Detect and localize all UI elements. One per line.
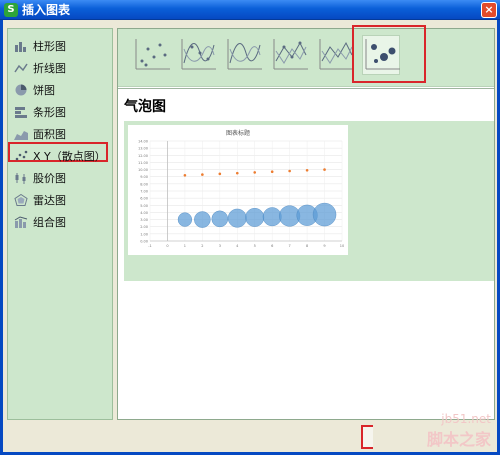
- y-tick-label: 7.00: [140, 190, 148, 194]
- subtype-scatter-markers[interactable]: [132, 35, 172, 75]
- y-tick-label: 14.00: [138, 140, 148, 144]
- x-tick-label: 8: [306, 244, 308, 248]
- subtype-scatter-straight-lines[interactable]: [316, 35, 356, 75]
- sidebar-item-label: 柱形图: [33, 40, 66, 53]
- sidebar-item-stock[interactable]: 股价图: [14, 169, 66, 187]
- subtype-scatter-smooth-markers[interactable]: [178, 35, 218, 75]
- y-tick-label: 13.00: [138, 147, 148, 151]
- marker-point: [270, 170, 274, 174]
- x-tick-label: -1: [148, 244, 152, 248]
- combo-chart-icon: [14, 216, 28, 228]
- sidebar-item-scatter[interactable]: X Y（散点图）: [14, 147, 106, 165]
- bubble-point: [177, 212, 193, 227]
- bubble-point: [211, 210, 229, 228]
- ok-button-highlight: [361, 425, 373, 449]
- x-tick-label: 9: [323, 244, 325, 248]
- marker-point: [183, 173, 187, 177]
- y-tick-label: 6.00: [140, 197, 148, 201]
- selected-subtype-highlight: [352, 25, 426, 83]
- title-bar: S 插入图表 ×: [0, 0, 500, 20]
- x-tick-label: 3: [219, 244, 221, 248]
- chart-type-heading: 气泡图: [124, 99, 166, 115]
- area-chart-icon: [14, 128, 28, 140]
- y-tick-label: 9.00: [140, 175, 148, 179]
- dialog-body: 柱形图 折线图 饼图 条形图 面积图 X Y（散点图） 股价图 雷达图 组合图 …: [0, 20, 500, 455]
- radar-chart-icon: [14, 194, 28, 206]
- sidebar-item-label: 组合图: [33, 216, 66, 229]
- sidebar-item-line[interactable]: 折线图: [14, 59, 66, 77]
- x-tick-label: 1: [184, 244, 186, 248]
- y-tick-label: 4.00: [140, 211, 148, 215]
- watermark-text: 脚本之家: [426, 430, 491, 449]
- bubble-point: [312, 202, 337, 227]
- x-tick-label: 4: [236, 244, 239, 248]
- dialog-footer: jb51.net 脚本之家: [3, 412, 497, 452]
- y-tick-label: 10.00: [138, 168, 148, 172]
- app-logo-icon: S: [4, 3, 18, 17]
- subtype-scatter-smooth-lines[interactable]: [224, 35, 264, 75]
- watermark: jb51.net 脚本之家: [427, 412, 491, 450]
- close-button[interactable]: ×: [481, 2, 497, 18]
- sidebar-item-combo[interactable]: 组合图: [14, 213, 66, 231]
- marker-point: [305, 168, 309, 172]
- sidebar-item-label: 饼图: [33, 84, 55, 97]
- marker-point: [288, 169, 291, 173]
- bubble-point: [262, 207, 282, 227]
- subtype-scatter-straight-markers[interactable]: [270, 35, 310, 75]
- marker-point: [235, 171, 239, 175]
- x-tick-label: 5: [254, 244, 256, 248]
- horizontal-bar-chart-icon: [14, 106, 28, 118]
- sidebar-item-pie[interactable]: 饼图: [14, 81, 55, 99]
- x-tick-label: 6: [271, 244, 273, 248]
- window-title: 插入图表: [22, 3, 71, 17]
- sidebar-item-label: 面积图: [33, 128, 66, 141]
- chart-svg: 图表标题 0.00 1.00 2.00 3.00 4.00 5.00 6.00 7.00 8.0…: [138, 129, 344, 248]
- sidebar-item-label: 折线图: [33, 62, 66, 75]
- chart-subtype-strip: [118, 25, 494, 87]
- y-tick-label: 0.00: [140, 240, 148, 244]
- strip-divider: [118, 88, 494, 89]
- pie-chart-icon: [14, 84, 28, 96]
- chart-preview-area: 气泡图 图表标题 0.00 1.00 2.00 3.00 4.00 5.00 6.00 7.0…: [117, 25, 495, 420]
- y-tick-label: 12.00: [138, 154, 148, 158]
- watermark-url: jb51.net: [441, 412, 491, 426]
- scatter-chart-icon: [14, 150, 28, 162]
- sidebar-item-horizontal-bar[interactable]: 条形图: [14, 103, 66, 121]
- preview-panel: 图表标题 0.00 1.00 2.00 3.00 4.00 5.00 6.00 7.00 8.0…: [124, 121, 494, 281]
- marker-point: [201, 173, 204, 176]
- y-tick-label: 1.00: [140, 232, 148, 236]
- x-tick-label: 10: [340, 244, 344, 248]
- chart-title: 图表标题: [226, 129, 250, 137]
- bubble-point: [194, 211, 211, 228]
- sidebar-item-label: X Y（散点图）: [33, 150, 106, 163]
- sidebar-item-area[interactable]: 面积图: [14, 125, 66, 143]
- bar-chart-icon: [14, 40, 28, 52]
- marker-point: [218, 172, 222, 176]
- y-tick-label: 5.00: [140, 204, 148, 208]
- marker-point: [323, 168, 326, 171]
- y-tick-label: 11.00: [138, 161, 148, 165]
- chart-type-list: 柱形图 折线图 饼图 条形图 面积图 X Y（散点图） 股价图 雷达图 组合图: [7, 28, 113, 420]
- y-tick-label: 2.00: [140, 225, 148, 229]
- x-tick-label: 7: [289, 244, 291, 248]
- y-tick-label: 8.00: [140, 182, 148, 186]
- sidebar-item-bar[interactable]: 柱形图: [14, 37, 66, 55]
- line-chart-icon: [14, 62, 28, 74]
- sidebar-item-radar[interactable]: 雷达图: [14, 191, 66, 209]
- bubble-chart-preview: 图表标题 0.00 1.00 2.00 3.00 4.00 5.00 6.00 7.00 8.0…: [128, 125, 348, 255]
- y-tick-label: 3.00: [140, 218, 148, 222]
- bubble-point: [227, 208, 247, 228]
- marker-point: [253, 171, 257, 174]
- sidebar-item-label: 股价图: [33, 172, 66, 185]
- x-tick-label: 0: [166, 244, 168, 248]
- sidebar-item-label: 雷达图: [33, 194, 66, 207]
- x-tick-label: 2: [201, 244, 203, 248]
- bubble-point: [245, 208, 265, 227]
- sidebar-item-label: 条形图: [33, 106, 66, 119]
- stock-chart-icon: [14, 172, 28, 184]
